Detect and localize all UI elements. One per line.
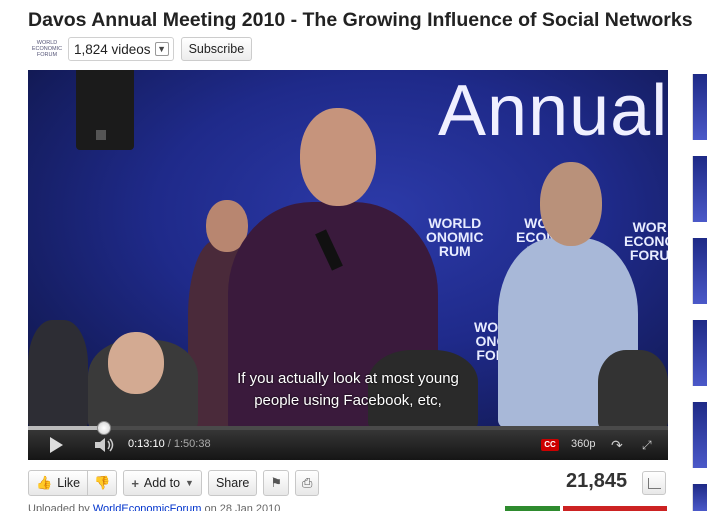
video-frame[interactable]: Annual WORLDONOMICRUM WOECONFO WORECONOF… [28, 70, 668, 426]
caption-line-2: people using Facebook, etc, [254, 392, 442, 409]
related-video-thumbnail[interactable] [692, 484, 707, 511]
progress-played [28, 426, 105, 430]
print-button[interactable]: ⎙ [294, 470, 320, 496]
volume-icon[interactable] [94, 437, 116, 453]
related-video-thumbnail[interactable] [692, 238, 707, 304]
scrubber-handle[interactable] [97, 421, 112, 435]
caption-text: If you actually look at most young peopl… [28, 368, 668, 412]
add-to-label: Add to [143, 476, 181, 490]
play-icon[interactable] [50, 437, 63, 453]
backdrop-word: Annual [438, 71, 668, 151]
like-ratio-bar [505, 506, 560, 511]
caption-line-1: If you actually look at most young [237, 370, 459, 387]
related-video-thumbnail[interactable] [692, 320, 707, 386]
related-video-thumbnail[interactable] [692, 402, 707, 468]
time-display: 0:13:10 / 1:50:38 [128, 438, 211, 450]
thumbs-up-icon: 👍 [36, 475, 53, 490]
videos-count: 1,824 videos [74, 41, 151, 57]
like-group: 👍 Like 👎 [28, 470, 118, 496]
dislike-ratio-bar [563, 506, 667, 511]
video-title: Davos Annual Meeting 2010 - The Growing … [28, 9, 693, 31]
upload-info: Uploaded by WorldEconomicForum on 28 Jan… [28, 503, 280, 511]
channel-logo-text-3: FORUM [36, 52, 58, 58]
flag-button[interactable]: ⚑ [263, 470, 289, 496]
upload-date: on 28 Jan 2010 [201, 503, 281, 511]
upload-prefix: Uploaded by [28, 503, 93, 511]
plus-icon: + [131, 475, 139, 491]
uploader-link[interactable]: WorldEconomicForum [93, 503, 202, 511]
time-separator: / [164, 438, 174, 450]
channel-logo[interactable]: WORLD ECONOMIC FORUM [30, 38, 64, 60]
person-head [300, 108, 376, 206]
like-label: Like [57, 476, 81, 490]
progress-bar[interactable] [28, 421, 668, 435]
chevron-down-icon: ▼ [154, 42, 169, 56]
player-controls: 0:13:10 / 1:50:38 CC 360p ↷ ⤢ [28, 421, 668, 460]
backdrop-logo: WORLD ONOMIC RUM [426, 215, 484, 259]
channel-row: WORLD ECONOMIC FORUM 1,824 videos ▼ Subs… [30, 37, 253, 61]
page: Davos Annual Meeting 2010 - The Growing … [0, 0, 707, 511]
print-icon: ⎙ [301, 475, 313, 490]
backdrop-logo: WORECONOFORU [624, 219, 668, 263]
thumbs-down-icon: 👎 [94, 475, 111, 490]
popout-icon[interactable]: ↷ [611, 437, 627, 453]
action-bar: 👍 Like 👎 + Add to ▼ Share ⚑ ⎙ [28, 470, 320, 496]
person-head [540, 162, 602, 246]
dislike-button[interactable]: 👎 [88, 470, 118, 496]
view-count: 21,845 [566, 470, 628, 492]
captions-button[interactable]: CC [541, 439, 559, 451]
add-to-button[interactable]: + Add to ▼ [123, 470, 202, 496]
video-player[interactable]: Annual WORLDONOMICRUM WOECONFO WORECONOF… [28, 70, 668, 460]
quality-button[interactable]: 360p [571, 438, 595, 450]
stats-chart-icon[interactable] [642, 471, 666, 495]
related-video-thumbnail[interactable] [692, 156, 707, 222]
like-button[interactable]: 👍 Like [28, 470, 89, 496]
speaker-cabinet [76, 70, 134, 150]
current-time: 0:13:10 [128, 438, 165, 450]
channel-videos-dropdown[interactable]: 1,824 videos ▼ [68, 37, 174, 61]
related-video-thumbnail[interactable] [692, 74, 707, 140]
flag-icon: ⚑ [270, 475, 282, 490]
duration: 1:50:38 [173, 438, 211, 450]
subscribe-button[interactable]: Subscribe [180, 37, 253, 61]
fullscreen-icon[interactable]: ⤢ [642, 437, 658, 453]
share-button[interactable]: Share [207, 470, 258, 496]
chevron-down-icon: ▼ [185, 478, 194, 488]
